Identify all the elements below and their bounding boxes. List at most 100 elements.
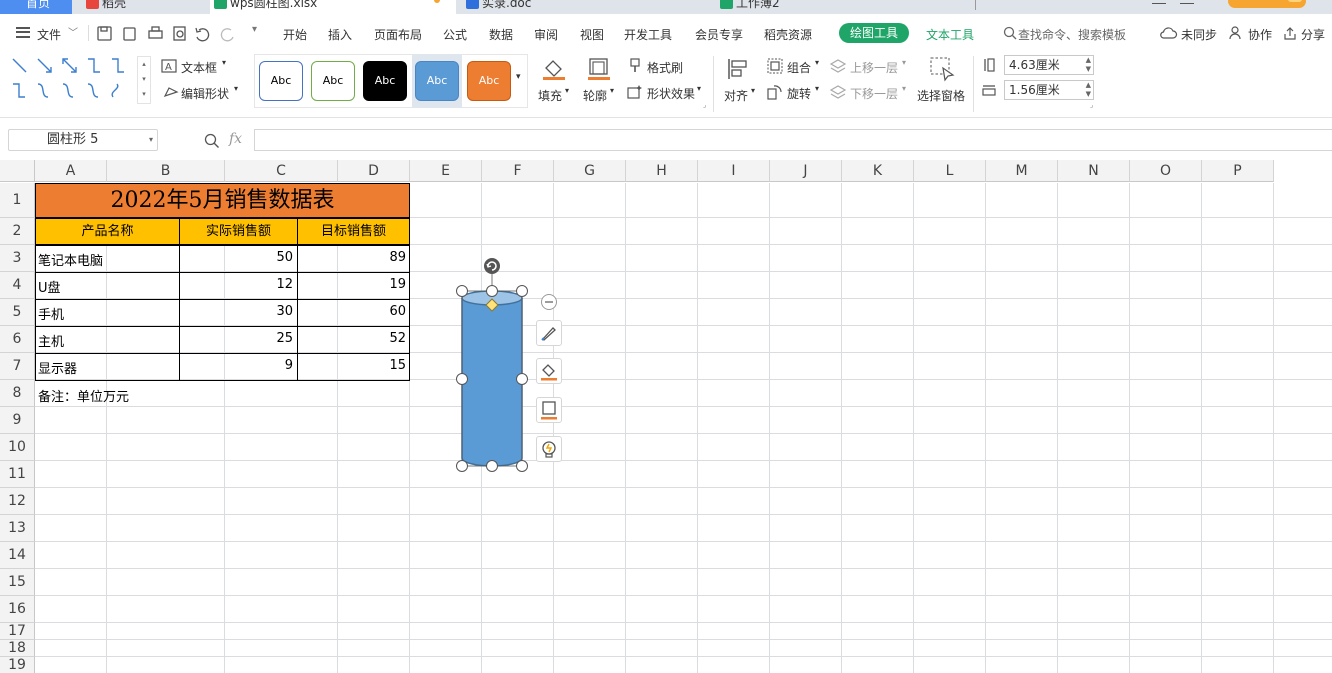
column-header[interactable]: L xyxy=(914,160,986,182)
row-header[interactable]: 14 xyxy=(0,542,35,569)
column-header[interactable]: D xyxy=(338,160,410,182)
spinner-arrows-icon[interactable]: ▲ ▼ xyxy=(1086,81,1091,99)
dialog-launcher-icon[interactable]: ⌟ xyxy=(1090,101,1093,109)
chevron-down-icon[interactable]: ▾ xyxy=(751,86,755,95)
chevron-down-icon[interactable]: ▾ xyxy=(149,130,153,150)
dialog-launcher-icon[interactable]: ⌟ xyxy=(703,101,706,109)
shape-height-input[interactable]: 4.63厘米 ▲ ▼ xyxy=(1004,55,1094,75)
edit-shape-button[interactable]: 编辑形状 xyxy=(181,85,229,102)
style-blue-fill[interactable]: Abc xyxy=(415,61,459,101)
table-header-cell[interactable]: 实际销售额 xyxy=(179,218,298,245)
row-header[interactable]: 17 xyxy=(0,623,35,640)
style-green-outline[interactable]: Abc xyxy=(311,61,355,101)
tab-docer[interactable]: 稻壳 xyxy=(82,0,200,14)
row-header[interactable]: 12 xyxy=(0,488,35,515)
smart-suggestion-button[interactable] xyxy=(536,436,562,462)
align-button[interactable]: 对齐 xyxy=(724,87,748,104)
menu-data[interactable]: 数据 xyxy=(489,26,513,43)
spreadsheet-grid[interactable]: A B C D E F G H I J K L M N O P 1 2 3 4 5 6 7 8 9 10 11 12 13 14 15 16 1… xyxy=(0,160,1332,673)
style-blue-outline[interactable]: Abc xyxy=(259,61,303,101)
tab-workbook2[interactable]: 工作薄2 xyxy=(716,0,962,14)
cylinder-shape[interactable] xyxy=(450,256,534,478)
row-header[interactable]: 2 xyxy=(0,218,35,245)
target-sales-cell[interactable]: 60 xyxy=(297,304,406,319)
tab-wps-cylinder-xlsx[interactable]: wps圆柱图.xlsx xyxy=(210,0,456,14)
row-header[interactable]: 18 xyxy=(0,640,35,657)
zoom-search-icon[interactable] xyxy=(204,133,220,149)
column-header[interactable]: H xyxy=(626,160,698,182)
select-all-corner[interactable] xyxy=(0,160,35,182)
chevron-down-icon[interactable]: ﹀ xyxy=(68,24,78,39)
column-header[interactable]: K xyxy=(842,160,914,182)
chevron-down-icon[interactable]: ▾ xyxy=(815,58,819,67)
column-header[interactable]: O xyxy=(1130,160,1202,182)
chevron-down-icon[interactable]: ▾ xyxy=(902,58,906,67)
target-sales-cell[interactable]: 15 xyxy=(297,358,406,373)
row-header[interactable]: 10 xyxy=(0,434,35,461)
target-sales-cell[interactable]: 89 xyxy=(297,250,406,265)
row-header[interactable]: 1 xyxy=(0,183,35,218)
column-header[interactable]: M xyxy=(986,160,1058,182)
collapse-toolbar-icon[interactable] xyxy=(540,293,558,311)
bring-forward-button[interactable]: 上移一层 xyxy=(850,59,898,76)
column-header[interactable]: F xyxy=(482,160,554,182)
column-header[interactable]: N xyxy=(1058,160,1130,182)
outline-button[interactable]: 轮廓 xyxy=(583,87,607,104)
row-header[interactable]: 11 xyxy=(0,461,35,488)
menu-review[interactable]: 审阅 xyxy=(534,26,558,43)
product-name-cell[interactable]: 主机 xyxy=(38,331,64,350)
quick-access-more-icon[interactable]: ▾ xyxy=(252,24,257,35)
sync-status[interactable]: 未同步 xyxy=(1181,26,1217,43)
product-name-cell[interactable]: 手机 xyxy=(38,304,64,323)
row-header[interactable]: 5 xyxy=(0,299,35,326)
actual-sales-cell[interactable]: 9 xyxy=(179,358,293,373)
tab-home[interactable]: 首页 xyxy=(0,0,72,14)
row-header[interactable]: 3 xyxy=(0,245,35,272)
chevron-down-icon[interactable]: ▾ xyxy=(234,84,238,93)
send-backward-button[interactable]: 下移一层 xyxy=(850,85,898,102)
row-header[interactable]: 8 xyxy=(0,380,35,407)
rotate-button[interactable]: 旋转 xyxy=(787,85,811,102)
menu-file[interactable]: 文件 xyxy=(37,26,61,43)
column-header[interactable]: B xyxy=(107,160,225,182)
column-header[interactable]: P xyxy=(1202,160,1274,182)
shape-width-input[interactable]: 1.56厘米 ▲ ▼ xyxy=(1004,80,1094,100)
menu-member[interactable]: 会员专享 xyxy=(695,26,743,43)
chevron-down-icon[interactable]: ▾ xyxy=(697,84,701,93)
actual-sales-cell[interactable]: 50 xyxy=(179,250,293,265)
product-name-cell[interactable]: U盘 xyxy=(38,277,61,296)
command-search[interactable]: 查找命令、搜索模板 xyxy=(1018,26,1126,43)
shape-effect-button[interactable]: 形状效果 xyxy=(647,85,695,102)
name-box[interactable]: 圆柱形 5 ▾ xyxy=(8,129,158,151)
style-orange-fill[interactable]: Abc xyxy=(467,61,511,101)
collaborate-button[interactable]: 协作 xyxy=(1248,26,1272,43)
shape-outline-button[interactable] xyxy=(536,397,562,423)
shape-style-button[interactable] xyxy=(536,320,562,346)
note-cell[interactable]: 备注：单位万元 xyxy=(38,386,129,405)
shape-fill-button[interactable] xyxy=(536,358,562,384)
user-icon[interactable] xyxy=(1180,0,1194,4)
line-shape-gallery[interactable] xyxy=(10,56,130,104)
chevron-down-icon[interactable]: ▾ xyxy=(610,86,614,95)
group-button[interactable]: 组合 xyxy=(787,59,811,76)
actual-sales-cell[interactable]: 30 xyxy=(179,304,293,319)
chevron-down-icon[interactable]: ▾ xyxy=(565,86,569,95)
menu-text-tools[interactable]: 文本工具 xyxy=(926,26,974,43)
tab-doc[interactable]: 实录.doc xyxy=(462,0,702,14)
selection-pane-button[interactable]: 选择窗格 xyxy=(917,87,965,104)
format-painter-button[interactable]: 格式刷 xyxy=(647,59,683,76)
menu-home[interactable]: 开始 xyxy=(283,26,307,43)
menu-docer-resources[interactable]: 稻壳资源 xyxy=(764,26,812,43)
menu-view[interactable]: 视图 xyxy=(580,26,604,43)
target-sales-cell[interactable]: 52 xyxy=(297,331,406,346)
chevron-down-icon[interactable]: ▾ xyxy=(222,58,226,67)
row-header[interactable]: 9 xyxy=(0,407,35,434)
style-black-fill[interactable]: Abc xyxy=(363,61,407,101)
spinner-arrows-icon[interactable]: ▲ ▼ xyxy=(1086,56,1091,74)
share-button[interactable]: 分享 xyxy=(1301,26,1325,43)
row-header[interactable]: 16 xyxy=(0,596,35,623)
member-button[interactable] xyxy=(1228,0,1306,8)
window-icon[interactable] xyxy=(1152,0,1166,4)
style-gallery-more-icon[interactable]: ▾ xyxy=(516,72,521,82)
column-header[interactable]: C xyxy=(225,160,338,182)
